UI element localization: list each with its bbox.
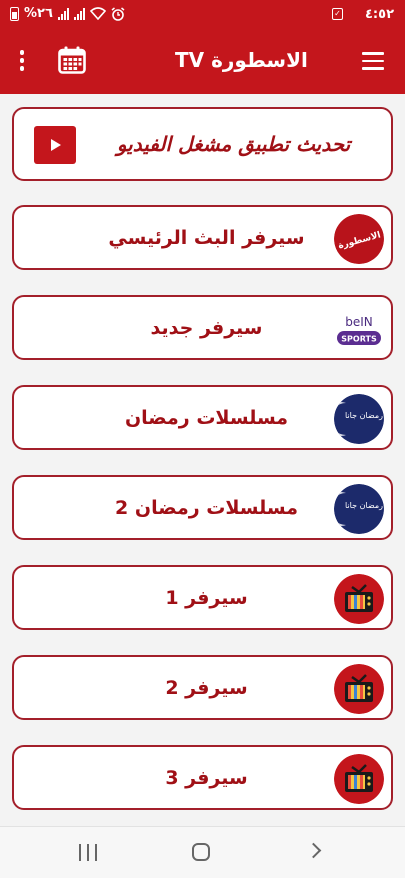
recent-apps-icon[interactable] — [79, 844, 97, 862]
back-icon[interactable] — [305, 842, 322, 859]
banner-label: تحديث تطبيق مشغل الفيديو — [116, 132, 351, 156]
play-icon — [34, 126, 76, 164]
app-bar: الاسطورة TV — [0, 30, 405, 94]
bein-sports-logo: beIN SPORTS — [334, 304, 384, 354]
bein-subtext: SPORTS — [341, 335, 377, 344]
ostora-logo: الاسطورة — [334, 214, 384, 264]
list-item-main-server[interactable]: سيرفر البث الرئيسي الاسطورة — [12, 205, 393, 270]
menu-icon[interactable] — [362, 52, 384, 70]
tv-icon — [334, 664, 384, 714]
list-item-ramadan-series[interactable]: مسلسلات رمضان رمضان جانا — [12, 385, 393, 450]
ramadan-logo-text: رمضان جانا — [345, 411, 383, 420]
status-icons-left: %٢٦ — [10, 6, 125, 21]
list-item-server-2[interactable]: سيرفر 2 — [12, 655, 393, 720]
calendar-icon[interactable] — [58, 46, 86, 74]
signal-icon-1 — [57, 7, 69, 20]
wifi-icon — [89, 7, 106, 20]
app-title: الاسطورة TV — [175, 48, 308, 72]
ramadan-logo: رمضان جانا — [334, 484, 384, 534]
tv-icon — [334, 754, 384, 804]
tv-icon — [334, 574, 384, 624]
system-nav-bar — [0, 826, 405, 878]
list-item-new-server[interactable]: سيرفر جديد beIN SPORTS — [12, 295, 393, 360]
bein-text: beIN — [345, 315, 373, 329]
signal-icon-2 — [73, 7, 85, 20]
alarm-icon — [111, 6, 125, 21]
battery-percent: %٢٦ — [24, 6, 53, 21]
status-time: ٤:٥٢ — [365, 7, 395, 22]
list-item-ramadan-series-2[interactable]: مسلسلات رمضان 2 رمضان جانا — [12, 475, 393, 540]
status-bar: %٢٦ ✓ ٤:٥٢ — [0, 0, 405, 30]
battery-icon — [10, 6, 19, 21]
ramadan-logo-text: رمضان جانا — [345, 501, 383, 510]
list-item-server-1[interactable]: سيرفر 1 — [12, 565, 393, 630]
list-item-server-3[interactable]: سيرفر 3 — [12, 745, 393, 810]
home-icon[interactable] — [192, 843, 210, 861]
more-vert-icon[interactable] — [18, 50, 26, 72]
ramadan-logo: رمضان جانا — [334, 394, 384, 444]
update-player-banner[interactable]: تحديث تطبيق مشغل الفيديو — [12, 107, 393, 181]
notification-check-icon: ✓ — [332, 8, 343, 20]
